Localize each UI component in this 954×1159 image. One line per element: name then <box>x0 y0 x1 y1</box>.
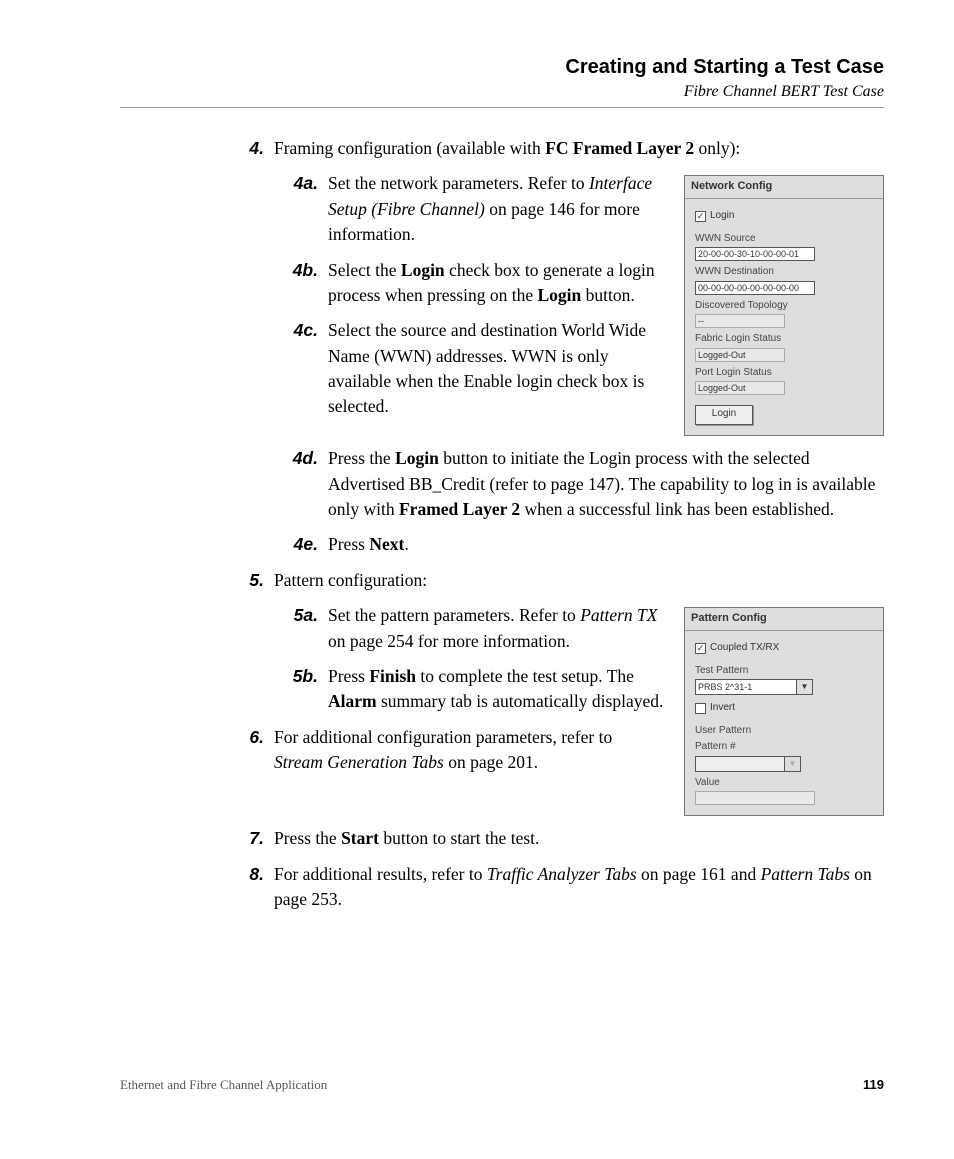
step-number: 4. <box>230 136 274 161</box>
login-button[interactable]: Login <box>695 405 753 425</box>
step-text: Framing configuration (available with FC… <box>274 136 884 161</box>
fabric-login-status-field: Logged-Out <box>695 348 785 362</box>
discovered-topology-field: -- <box>695 314 785 328</box>
test-pattern-select[interactable]: PRBS 2^31-1 <box>695 679 797 695</box>
user-pattern-label: User Pattern <box>695 724 873 739</box>
invert-checkbox[interactable] <box>695 703 706 714</box>
substep-number: 4a. <box>274 171 328 247</box>
step-text: Pattern configuration: <box>274 568 884 593</box>
port-login-status-label: Port Login Status <box>695 366 873 381</box>
page-footer: Ethernet and Fibre Channel Application 1… <box>120 1077 884 1093</box>
substep-number: 5b. <box>274 664 328 715</box>
network-config-title: Network Config <box>685 176 883 199</box>
step-text: Press the Start button to start the test… <box>274 826 884 851</box>
substep-text: Set the pattern parameters. Refer to Pat… <box>328 603 668 654</box>
coupled-checkbox-label: Coupled TX/RX <box>710 641 779 656</box>
wwn-source-label: WWN Source <box>695 232 873 247</box>
footer-page-number: 119 <box>863 1077 884 1093</box>
pattern-config-title: Pattern Config <box>685 608 883 631</box>
substep-number: 4d. <box>274 446 328 522</box>
substep-text: Press Next. <box>328 532 884 557</box>
test-pattern-label: Test Pattern <box>695 664 873 679</box>
substep-text: Select the Login check box to generate a… <box>328 258 668 309</box>
port-login-status-field: Logged-Out <box>695 381 785 395</box>
pattern-number-label: Pattern # <box>695 740 873 755</box>
substep-number: 4e. <box>274 532 328 557</box>
value-field <box>695 791 815 805</box>
step-number: 5. <box>230 568 274 593</box>
value-label: Value <box>695 776 873 791</box>
wwn-source-field[interactable]: 20-00-00-30-10-00-00-01 <box>695 247 815 261</box>
wwn-destination-field[interactable]: 00-00-00-00-00-00-00-00 <box>695 281 815 295</box>
substep-text: Press the Login button to initiate the L… <box>328 446 884 522</box>
substep-text: Select the source and destination World … <box>328 318 668 420</box>
substep-text: Set the network parameters. Refer to Int… <box>328 171 668 247</box>
login-checkbox[interactable]: ✓ <box>695 211 706 222</box>
substep-number: 4c. <box>274 318 328 420</box>
step-number: 8. <box>230 862 274 913</box>
discovered-topology-label: Discovered Topology <box>695 299 873 314</box>
footer-left: Ethernet and Fibre Channel Application <box>120 1077 327 1093</box>
dropdown-icon[interactable]: ▼ <box>797 679 813 695</box>
page-header-subtitle: Fibre Channel BERT Test Case <box>120 83 884 101</box>
coupled-checkbox[interactable]: ✓ <box>695 643 706 654</box>
network-config-panel: Network Config ✓ Login WWN Source 20-00-… <box>684 175 884 436</box>
pattern-number-select <box>695 756 785 772</box>
invert-checkbox-label: Invert <box>710 701 735 716</box>
login-checkbox-label: Login <box>710 209 734 224</box>
step-number: 6. <box>230 725 274 776</box>
step-text: For additional results, refer to Traffic… <box>274 862 884 913</box>
substep-number: 4b. <box>274 258 328 309</box>
dropdown-icon: ▼ <box>785 756 801 772</box>
header-rule <box>120 107 884 108</box>
fabric-login-status-label: Fabric Login Status <box>695 332 873 347</box>
step-number: 7. <box>230 826 274 851</box>
substep-text: Press Finish to complete the test setup.… <box>328 664 668 715</box>
substep-number: 5a. <box>274 603 328 654</box>
wwn-destination-label: WWN Destination <box>695 265 873 280</box>
step-text: For additional configuration parameters,… <box>274 725 654 776</box>
pattern-config-panel: Pattern Config ✓ Coupled TX/RX Test Patt… <box>684 607 884 816</box>
page-header-title: Creating and Starting a Test Case <box>120 56 884 79</box>
